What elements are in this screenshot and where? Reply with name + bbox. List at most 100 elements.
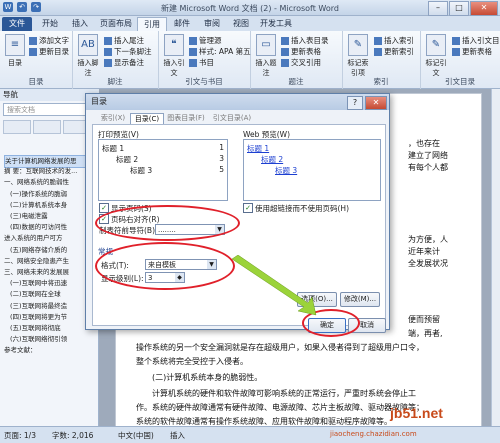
insert-table-of-figures-button[interactable]: 插入表目录 [281,35,329,46]
document-text-line: 近年来计 [408,247,440,256]
word-count[interactable]: 字数: 2,016 [52,430,93,441]
use-hyperlinks-checkbox[interactable]: ✓ [243,203,253,213]
insert-toa-button[interactable]: 插入引文目录 [452,35,500,46]
minimize-button[interactable]: – [428,1,448,16]
show-notes-icon [104,59,112,67]
toc-button[interactable]: ≡ 目录 [3,34,27,68]
watermark-sub: jiaocheng.chazidian.com [330,430,417,438]
citation-style-select[interactable]: 样式: APA 第五 [189,46,251,57]
update-index-icon [374,48,382,56]
vertical-scrollbar[interactable] [491,89,500,426]
document-text-line: (二)计算机系统本身的脆弱性。 [152,373,263,382]
ribbon-group-footnotes: AB 插入脚注 插入尾注 下一条脚注 显示备注 脚注 [72,31,159,89]
insert-mode-indicator[interactable]: 插入 [170,430,185,441]
endnote-icon [104,37,112,45]
insert-index-icon [374,37,382,45]
manage-sources-button[interactable]: 管理源 [189,35,222,46]
dialog-title: 目录 [86,94,389,110]
manage-sources-icon [189,37,197,45]
document-text-line: 为方便，人 [408,235,448,244]
ribbon-group-index: ✎ 标记索引项 插入索引 更新索引 索引 [342,31,421,89]
maximize-button[interactable]: □ [449,1,469,16]
cross-reference-button[interactable]: 交叉引用 [281,57,321,68]
print-preview-heading: 标题 1 [102,144,125,153]
update-toa-icon [452,48,460,56]
tab-file[interactable]: 文件 [2,17,32,31]
tab-developer[interactable]: 开发工具 [257,17,295,31]
document-text-line: 有每个人都 [408,163,448,172]
insert-toa-icon [452,37,460,45]
citation-icon: ❝ [164,34,184,56]
document-text-line: 作。系统的硬件故障通常有硬件故障、电源故障、芯片主板故障、驱动器故障等； [136,403,424,412]
document-text-line: 端，再者, [408,329,443,338]
dialog-close-button[interactable]: ✕ [365,96,387,110]
modify-button[interactable]: 修改(M)... [340,292,380,307]
highlight-oval-format [95,242,235,290]
insert-caption-button[interactable]: ▭ 插入题注 [254,34,278,78]
table-of-figures-icon [281,37,289,45]
update-toa-button[interactable]: 更新表格 [452,46,492,57]
footnote-icon: AB [78,34,98,56]
nav-heading-item[interactable]: 三、网络未来的发展展 [4,267,96,278]
insert-footnote-button[interactable]: AB 插入脚注 [76,34,100,78]
tab-page-layout[interactable]: 页面布局 [97,17,135,31]
update-toc-button[interactable]: 更新目录 [29,46,69,57]
nav-tab-pages[interactable] [33,120,61,134]
close-button[interactable]: ✕ [470,1,498,16]
print-preview-heading: 标题 3 [130,166,153,175]
add-text-icon [29,37,37,45]
update-index-button[interactable]: 更新索引 [374,46,414,57]
mark-citation-button[interactable]: ✎ 标记引文 [424,34,448,78]
tab-mailings[interactable]: 邮件 [168,17,196,31]
ribbon-group-label: 题注 [288,77,304,86]
page-count[interactable]: 页面: 1/3 [4,430,36,441]
tab-table-of-authorities[interactable]: 引文目录(A) [210,113,254,124]
nav-heading-item[interactable]: (六)互联网络彻引领 [10,334,102,345]
add-text-button[interactable]: 添加文字 [29,35,69,46]
nav-heading-item[interactable]: 摘 要：互联网技术的发... [4,166,96,177]
ribbon: ≡ 目录 添加文字 更新目录 目录 AB 插入脚注 插入尾注 下一条脚注 显示备注 … [0,31,500,89]
arrow-icon [231,255,317,316]
insert-endnote-button[interactable]: 插入尾注 [104,35,144,46]
next-footnote-button[interactable]: 下一条脚注 [104,46,152,57]
tab-view[interactable]: 视图 [227,17,255,31]
toc-icon: ≡ [5,34,25,56]
insert-index-button[interactable]: 插入索引 [374,35,414,46]
document-text-line: 整个系统将完全受控于入侵者。 [136,357,248,366]
ribbon-group-label: 脚注 [107,77,123,86]
show-notes-button[interactable]: 显示备注 [104,57,144,68]
ribbon-group-citations: ❝ 插入引文 管理源 样式: APA 第五 书目 引文与书目 [158,31,251,89]
update-icon [29,48,37,56]
nav-heading-item[interactable]: 二、网络安全隐患产生 [4,256,96,267]
cross-reference-icon [281,59,289,67]
nav-heading-item[interactable]: 进入系统的用户可方 [4,233,96,244]
nav-heading-item[interactable]: 参考文献： [4,345,96,356]
web-preview-box: 标题 1 标题 2 标题 3 [243,139,381,201]
nav-tab-headings[interactable] [3,120,31,134]
highlight-oval-checkboxes [95,205,240,241]
update-table-button[interactable]: 更新表格 [281,46,321,57]
window-title: 新建 Microsoft Word 文档 (2) - Microsoft Wor… [161,4,339,13]
tab-insert[interactable]: 插入 [66,17,94,31]
next-footnote-icon [104,48,112,56]
bibliography-button[interactable]: 书目 [189,57,214,68]
document-text-line: ，也存在 [408,139,440,148]
nav-heading-item[interactable]: 一、网络系统的脆弱性 [4,177,96,188]
tab-home[interactable]: 开始 [36,17,64,31]
document-text-line: 操作系统的另一个安全漏洞就是存在超级用户，如果入侵者得到了超级用户口令， [136,343,424,352]
tab-index[interactable]: 索引(X) [98,113,128,124]
web-preview-link: 标题 1 [247,144,270,153]
show-page-numbers-checkbox[interactable]: ✓ [99,203,109,213]
tab-review[interactable]: 审阅 [198,17,226,31]
insert-citation-button[interactable]: ❝ 插入引文 [162,34,186,78]
nav-search-input[interactable]: 搜索文档 [3,103,95,116]
tab-references[interactable]: 引用 [137,17,167,32]
language-indicator[interactable]: 中文(中国) [118,430,154,441]
mark-entry-button[interactable]: ✎ 标记索引项 [346,34,370,78]
use-hyperlinks-label: 使用超链接而不使用页码(H) [255,204,349,213]
tab-table-of-figures[interactable]: 图表目录(F) [164,113,208,124]
document-text-line: 便而预留 [408,315,440,324]
print-preview-page-number: 3 [219,154,224,163]
help-button[interactable]: ? [347,96,363,110]
bibliography-icon [189,59,197,67]
